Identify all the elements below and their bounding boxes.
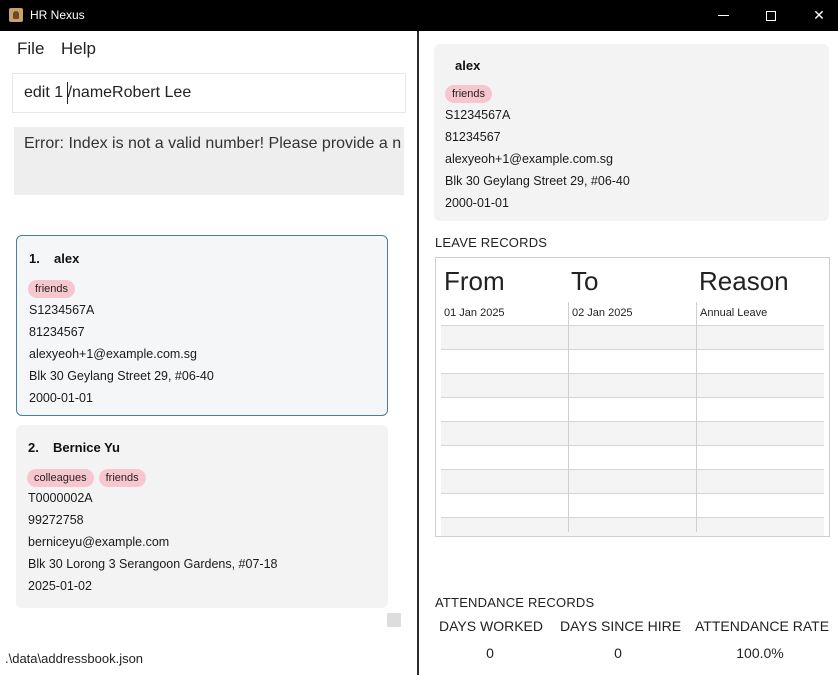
person-card[interactable]: 2. Bernice Yu colleagues friends T0000002A… [16,425,388,608]
app-icon [9,8,23,22]
cell-reason: Annual Leave [700,307,768,319]
command-input[interactable]: edit 1 /nameRobert Lee [24,84,191,102]
scrollbar-corner[interactable] [387,613,401,627]
table-row-empty [441,398,824,422]
table-row-empty [441,350,824,374]
table-row-empty [441,326,824,350]
detail-email: alexyeoh+1@example.com.sg [445,152,613,166]
cell-from: 01 Jan 2025 [444,307,505,319]
person-detail-card: alex friends S1234567A 81234567 alexyeoh… [434,44,829,221]
person-date: 2000-01-01 [29,391,93,405]
person-phone: 81234567 [29,325,85,339]
person-email: alexyeoh+1@example.com.sg [29,347,197,361]
table-row[interactable]: 01 Jan 2025 02 Jan 2025 Annual Leave [441,302,824,326]
detail-date: 2000-01-01 [445,196,509,210]
table-row-empty [441,422,824,446]
tag-badge: friends [98,469,146,487]
person-index: 1. [29,251,40,266]
result-message: Error: Index is not a valid number! Plea… [24,135,402,152]
column-header-to[interactable]: To [571,266,598,297]
person-address: Blk 30 Lorong 3 Serangoon Gardens, #07-1… [28,557,278,571]
tag-badge: colleagues [27,469,94,487]
detail-address: Blk 30 Geylang Street 29, #06-40 [445,174,630,188]
close-icon: ✕ [813,7,825,24]
column-header-from[interactable]: From [444,266,505,297]
attendance-header-attendance-rate: ATTENDANCE RATE [695,618,830,634]
close-button[interactable]: ✕ [796,0,838,31]
minimize-button[interactable] [700,0,746,31]
person-email: berniceyu@example.com [28,535,170,549]
right-pane: alex friends S1234567A 81234567 alexyeoh… [419,31,838,675]
leave-records-title: LEAVE RECORDS [435,235,548,250]
menu-file[interactable]: File [17,39,44,59]
left-pane: File Help edit 1 /nameRobert Lee Error: … [0,31,417,675]
person-nric: S1234567A [29,303,95,317]
attendance-header-days-since-hire: DAYS SINCE HIRE [560,618,682,634]
detail-name: alex [455,58,481,73]
attendance-records-title: ATTENDANCE RECORDS [435,595,595,610]
detail-phone: 81234567 [445,130,501,144]
person-address: Blk 30 Geylang Street 29, #06-40 [29,369,214,383]
table-row-empty [441,374,824,398]
person-nric: T0000002A [28,491,93,505]
attendance-rate: 100.0% [736,645,784,661]
person-list[interactable]: 1. alex friends S1234567A 81234567 alexye… [16,235,388,613]
detail-nric: S1234567A [445,108,511,122]
leave-records-table[interactable]: From To Reason 01 Jan 2025 02 Jan 2025 A… [435,257,830,537]
attendance-days-since-hire: 0 [614,645,622,661]
detail-tags: friends [445,82,497,103]
minimize-icon [717,15,729,16]
person-card-header: 1. alex [29,251,79,266]
cell-to: 02 Jan 2025 [572,307,633,319]
window-titlebar: HR Nexus ✕ [0,0,838,31]
table-row-empty [441,470,824,494]
person-tags: colleagues friends [27,466,151,487]
maximize-icon [766,10,776,21]
command-input-box[interactable]: edit 1 /nameRobert Lee [12,73,406,113]
table-row-empty [441,494,824,518]
person-card-header: 2. Bernice Yu [28,440,120,455]
tag-badge: friends [445,85,493,103]
result-display: Error: Index is not a valid number! Plea… [14,127,404,195]
person-name: alex [54,251,80,266]
column-header-reason[interactable]: Reason [699,266,789,297]
attendance-header-days-worked: DAYS WORKED [439,618,543,634]
menu-help[interactable]: Help [61,39,96,59]
person-name: Bernice Yu [53,440,120,455]
column-divider [696,302,697,532]
table-row-empty [441,446,824,470]
attendance-days-worked: 0 [486,645,494,661]
person-tags: friends [28,277,80,298]
tag-badge: friends [28,280,76,298]
status-bar-path: .\data\addressbook.json [5,651,144,666]
person-date: 2025-01-02 [28,579,92,593]
text-caret [67,82,68,104]
person-phone: 99272758 [28,513,84,527]
maximize-button[interactable] [748,0,794,31]
person-index: 2. [28,440,39,455]
table-row-empty [441,518,824,536]
window-title: HR Nexus [30,8,85,22]
column-divider [568,302,569,532]
person-card[interactable]: 1. alex friends S1234567A 81234567 alexye… [16,235,388,416]
